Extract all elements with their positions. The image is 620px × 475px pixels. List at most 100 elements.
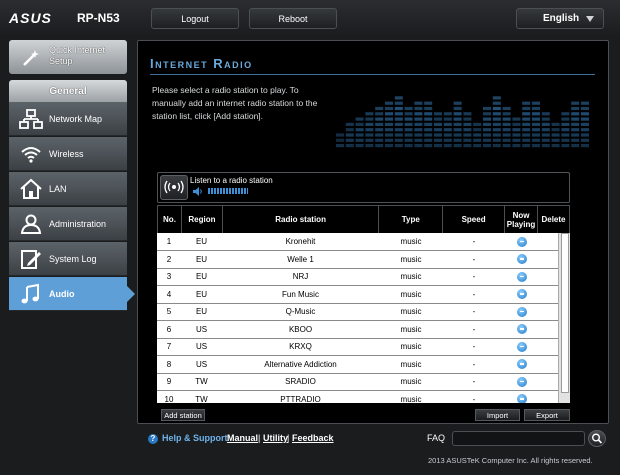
page-description: Please select a radio station to play. T… xyxy=(152,85,318,121)
export-button[interactable]: Export xyxy=(524,409,570,421)
cell-delete[interactable] xyxy=(538,320,558,339)
language-select[interactable]: English xyxy=(516,8,604,29)
table-row[interactable]: 5 EU Q-Music music - xyxy=(157,303,558,321)
sidebar-item-network-map[interactable]: Network Map xyxy=(9,102,127,136)
equalizer-bar xyxy=(443,112,452,116)
scrollbar-thumb[interactable] xyxy=(561,233,569,393)
equalizer-bar xyxy=(453,122,462,126)
table-row[interactable]: 3 EU NRJ music - xyxy=(157,268,558,286)
cell-delete[interactable] xyxy=(538,250,558,269)
equalizer-bar xyxy=(522,122,531,126)
play-station-icon[interactable] xyxy=(516,359,527,370)
feedback-link[interactable]: Feedback xyxy=(292,433,334,443)
equalizer-bar xyxy=(571,122,580,126)
play-station-icon[interactable] xyxy=(516,376,527,387)
add-station-button[interactable]: Add station xyxy=(161,409,205,421)
table-row[interactable]: 2 EU Welle 1 music - xyxy=(157,250,558,269)
equalizer-bar xyxy=(522,128,531,132)
reboot-button[interactable]: Reboot xyxy=(249,8,337,29)
cell-speed: - xyxy=(443,250,505,269)
cell-delete[interactable] xyxy=(538,390,558,403)
cell-delete[interactable] xyxy=(538,233,558,251)
equalizer-bar xyxy=(443,117,452,121)
equalizer-bar xyxy=(571,112,580,116)
sidebar-item-administration[interactable]: Administration xyxy=(9,207,127,241)
equalizer-bar xyxy=(473,144,482,148)
cell-delete[interactable] xyxy=(538,285,558,304)
faq-search-button[interactable] xyxy=(588,430,606,447)
equalizer-bar xyxy=(375,133,384,137)
cell-delete[interactable] xyxy=(538,373,558,391)
equalizer-bar xyxy=(394,112,403,116)
manual-link[interactable]: Manual xyxy=(227,433,258,443)
speaker-icon[interactable] xyxy=(193,187,203,196)
equalizer-bar xyxy=(532,122,540,126)
cell-now-playing xyxy=(505,355,538,374)
equalizer-bar xyxy=(492,106,501,111)
equalizer-bar xyxy=(434,117,442,121)
table-row[interactable]: 1 EU Kronehit music - xyxy=(157,233,558,251)
equalizer-bar xyxy=(532,112,540,116)
cell-delete[interactable] xyxy=(538,355,558,374)
equalizer-bar xyxy=(581,138,589,142)
sidebar-item-wireless[interactable]: Wireless xyxy=(9,137,127,171)
play-station-icon[interactable] xyxy=(516,394,527,403)
equalizer-bar xyxy=(404,128,413,132)
equalizer-bar xyxy=(522,117,531,121)
logout-button[interactable]: Logout xyxy=(151,8,239,29)
cell-delete[interactable] xyxy=(538,303,558,321)
sidebar-item-lan[interactable]: LAN xyxy=(9,172,127,206)
utility-link[interactable]: Utility xyxy=(263,433,288,443)
table-row[interactable]: 8 US Alternative Addiction music - xyxy=(157,355,558,374)
equalizer-bar xyxy=(473,128,482,132)
equalizer-bar xyxy=(561,133,570,137)
table-row[interactable]: 4 EU Fun Music music - xyxy=(157,285,558,304)
station-table: 1 EU Kronehit music -2 EU Welle 1 music -3 EU NRJ m… xyxy=(157,233,558,403)
cell-name: Q-Music xyxy=(222,303,379,321)
play-station-icon[interactable] xyxy=(516,324,527,335)
equalizer-bar xyxy=(571,128,580,132)
equalizer-bar xyxy=(541,117,550,121)
play-station-icon[interactable] xyxy=(516,254,527,265)
equalizer-bar xyxy=(365,138,374,142)
cell-type: music xyxy=(379,233,443,251)
cell-delete[interactable] xyxy=(538,338,558,356)
table-row[interactable]: 6 US KBOO music - xyxy=(157,320,558,339)
play-station-icon[interactable] xyxy=(516,289,527,300)
equalizer-bar xyxy=(502,117,511,121)
music-note-icon xyxy=(21,283,39,304)
equalizer-bar xyxy=(571,106,580,111)
equalizer-bar xyxy=(385,106,393,111)
equalizer-bar xyxy=(385,112,393,116)
import-button[interactable]: Import xyxy=(475,409,520,421)
station-list-scrollbar[interactable] xyxy=(558,233,570,403)
play-station-icon[interactable] xyxy=(516,271,527,282)
equalizer-bar xyxy=(492,122,501,126)
network-map-icon xyxy=(19,109,43,129)
equalizer-bar xyxy=(571,133,580,137)
equalizer-bar xyxy=(483,144,491,148)
faq-search-input[interactable] xyxy=(452,431,585,446)
equalizer-bar xyxy=(571,101,580,105)
quick-internet-setup-button[interactable]: Quick Internet Setup xyxy=(9,40,127,74)
play-station-icon[interactable] xyxy=(516,236,527,247)
play-station-icon[interactable] xyxy=(516,341,527,352)
sidebar-item-audio[interactable]: Audio xyxy=(9,277,135,311)
play-station-icon[interactable] xyxy=(516,306,527,317)
table-row[interactable]: 7 US KRXQ music - xyxy=(157,338,558,356)
table-row[interactable]: 9 TW SRADIO music - xyxy=(157,373,558,391)
cell-delete[interactable] xyxy=(538,268,558,286)
equalizer-bar xyxy=(453,133,462,137)
table-row[interactable]: 10 TW PTTRADIO music - xyxy=(157,390,558,403)
help-icon[interactable]: ? xyxy=(148,434,158,444)
equalizer-bar xyxy=(424,112,433,116)
equalizer-bar xyxy=(394,101,403,105)
cell-no: 4 xyxy=(157,285,181,304)
equalizer-bar xyxy=(434,128,442,132)
volume-slider[interactable] xyxy=(208,188,248,194)
cell-type: music xyxy=(379,320,443,339)
equalizer-bar xyxy=(404,133,413,137)
equalizer-bar xyxy=(404,144,413,148)
equalizer-bar xyxy=(512,144,521,148)
sidebar-item-system-log[interactable]: System Log xyxy=(9,242,127,276)
